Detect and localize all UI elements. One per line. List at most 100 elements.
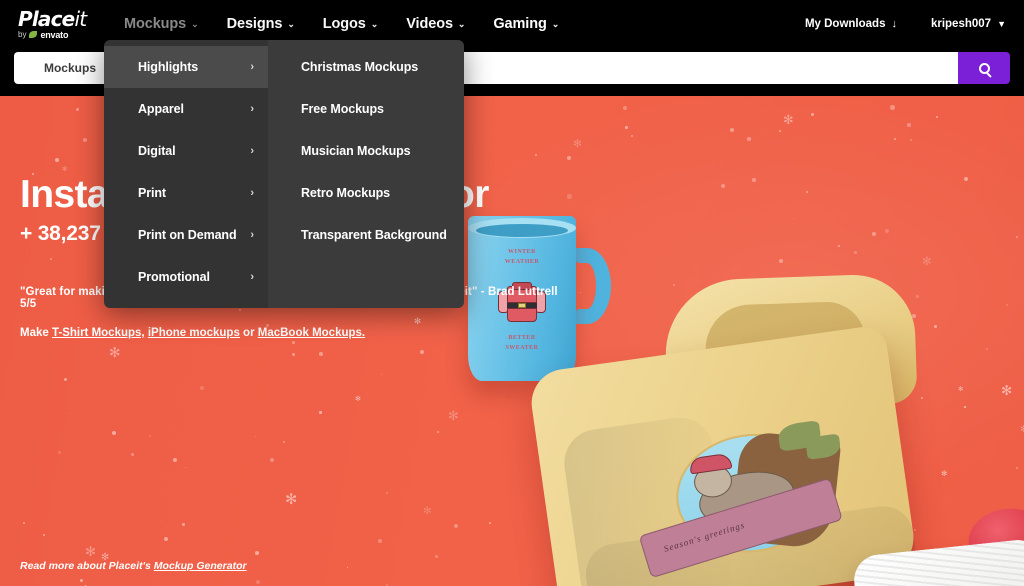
dropdown-subitem-christmas-mockups[interactable]: Christmas Mockups [268,46,464,88]
logo-wordmark: Placeit [18,9,96,29]
snow-dot [779,259,783,263]
snow-dot [43,534,45,536]
snow-dot [256,580,260,584]
snow-dot [752,178,756,182]
logo-by-text: by [18,30,27,39]
nav-item-logos[interactable]: Logos ⌄ [323,16,379,32]
snow-dot [381,374,383,376]
nav-label-videos: Videos [406,16,453,32]
snow-dot [811,113,814,116]
snow-dot [182,523,186,527]
snow-dot [454,524,459,529]
snow-dot [854,251,857,254]
dropdown-item-apparel[interactable]: Apparel › [104,88,268,130]
nav-label-mockups: Mockups [124,16,187,32]
search-icon [978,62,990,74]
snow-dot [625,126,628,129]
dropdown-item-print-on-demand[interactable]: Print on Demand › [104,214,268,256]
snow-dot [623,106,627,110]
snow-dot [838,245,841,248]
dropdown-subitem-free-mockups[interactable]: Free Mockups [268,88,464,130]
logo-byline: by envato [18,30,96,40]
chevron-down-icon: ⌄ [287,18,295,29]
snow-dot [149,435,151,437]
dropdown-subitem-retro-mockups[interactable]: Retro Mockups [268,172,464,214]
link-macbook-mockups[interactable]: MacBook Mockups. [258,327,365,339]
snow-dot [185,467,187,469]
beanie-body: IT'S THE MOST WONDERFUL TIME FOR A BEER [851,538,1024,586]
snow-dot [200,386,204,390]
download-icon: ↓ [891,18,897,30]
make-join: or [239,327,258,339]
snow-dot [164,537,169,542]
snow-dot [673,284,676,287]
snow-dot [435,555,438,558]
snow-dot [378,539,382,543]
dropdown-item-highlights[interactable]: Highlights › [104,46,268,88]
snow-dot [567,156,572,161]
dropdown-label-promotional: Promotional [138,270,210,284]
snow-dot [173,458,178,463]
chevron-down-icon: ⌄ [457,18,466,29]
dropdown-item-print[interactable]: Print › [104,172,268,214]
placeit-logo[interactable]: Placeit by envato [18,9,96,40]
chevron-down-icon: ⌄ [370,18,379,29]
snowflake-icon: ✻ [573,138,582,150]
logo-it: it [74,6,87,31]
snow-dot [292,341,295,344]
snow-dot [283,441,285,443]
dropdown-label-apparel: Apparel [138,102,184,116]
link-tshirt-mockups[interactable]: T-Shirt Mockups, [52,327,145,339]
snow-dot [631,135,634,138]
snow-dot [489,522,491,524]
dropdown-label-highlights: Highlights [138,60,199,74]
nav-label-gaming: Gaming [493,16,547,32]
my-downloads-button[interactable]: My Downloads ↓ [805,18,897,30]
logo-place: Place [18,6,75,31]
hoodie-sloth-graphic: Season's greetings [628,416,868,586]
snow-dot [319,352,323,356]
dropdown-subitem-musician-mockups[interactable]: Musician Mockups [268,130,464,172]
snow-dot [255,551,260,556]
dropdown-subitems-column: Christmas Mockups Free Mockups Musician … [268,40,464,308]
snowflake-icon: ✻ [1020,424,1024,435]
snow-dot [347,567,349,569]
snow-dot [58,451,61,454]
snow-dot [721,184,725,188]
nav-item-gaming[interactable]: Gaming ⌄ [493,16,559,32]
link-iphone-mockups[interactable]: iPhone mockups [148,327,240,339]
dropdown-subitem-transparent-background[interactable]: Transparent Background [268,214,464,256]
snow-dot [806,191,809,194]
snow-dot [112,431,116,435]
snow-dot [567,194,572,199]
nav-items: Mockups ⌄ Designs ⌄ Logos ⌄ Videos ⌄ Gam… [124,16,559,32]
chevron-right-icon: › [250,145,254,157]
nav-item-mockups[interactable]: Mockups ⌄ [124,16,199,32]
search-submit-button[interactable] [958,52,1010,84]
snow-dot [270,458,274,462]
snow-dot [292,353,295,356]
snow-dot [936,116,938,118]
snow-dot [386,492,388,494]
snowflake-icon: ✻ [355,394,361,403]
dropdown-item-promotional[interactable]: Promotional › [104,256,268,298]
nav-item-designs[interactable]: Designs ⌄ [227,16,295,32]
snow-dot [1016,467,1019,470]
link-mockup-generator[interactable]: Mockup Generator [154,560,247,572]
snow-dot [964,177,968,181]
user-menu-button[interactable]: kripesh007 ▼ [931,18,1006,30]
my-downloads-label: My Downloads [804,18,886,30]
dropdown-item-digital[interactable]: Digital › [104,130,268,172]
snow-dot [779,130,781,132]
snowflake-icon: ✻ [958,385,964,393]
envato-leaf-icon [29,31,38,38]
nav-right-group: My Downloads ↓ kripesh007 ▼ [805,0,1006,48]
snow-dot [535,154,538,157]
hero-footer-line: Read more about Placeit's Mockup Generat… [20,560,247,572]
nav-item-videos[interactable]: Videos ⌄ [406,16,465,32]
username-label: kripesh007 [930,18,992,30]
snowflake-icon: ✻ [285,491,298,508]
dropdown-label-digital: Digital [138,144,176,158]
snow-dot [890,105,895,110]
snow-dot [1016,236,1018,238]
